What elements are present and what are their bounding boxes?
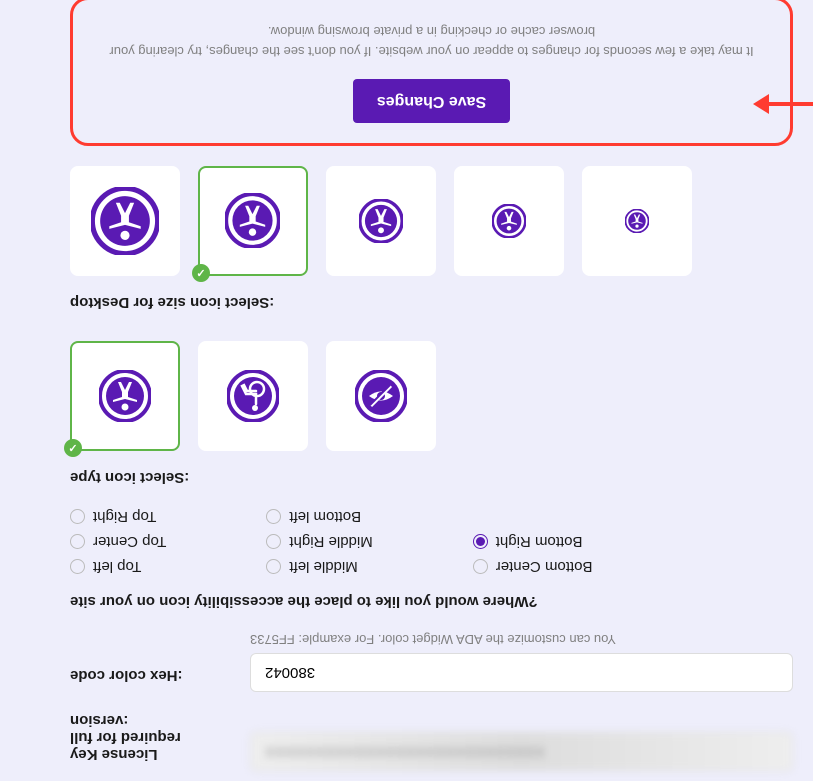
radio-bottom-left[interactable]: Bottom left (266, 508, 372, 525)
accessibility-person-icon (625, 209, 649, 233)
icon-type-grid (70, 341, 793, 451)
accessibility-person-icon (359, 199, 403, 243)
radio-middle-right[interactable]: Middle Right (266, 533, 372, 550)
radio-icon (473, 559, 488, 574)
wheelchair-icon (227, 370, 279, 422)
radio-icon (70, 534, 85, 549)
eye-slash-icon (355, 370, 407, 422)
license-key-label: License Key required for full version: (70, 712, 220, 771)
icon-size-label: Select icon size for Desktop: (70, 294, 793, 311)
license-key-input[interactable] (250, 732, 793, 771)
annotation-arrow (753, 94, 813, 114)
save-changes-button[interactable]: Save Changes (353, 79, 510, 123)
radio-icon (70, 559, 85, 574)
radio-top-left[interactable]: Top left (70, 558, 166, 575)
radio-icon (266, 534, 281, 549)
size-s[interactable] (454, 166, 564, 276)
placement-label: Where would you like to place the access… (70, 593, 793, 610)
hex-color-label: Hex color code: (70, 667, 220, 692)
radio-icon (266, 509, 281, 524)
size-xs[interactable] (582, 166, 692, 276)
hex-color-help: You can customize the ADA Widget color. … (250, 632, 793, 647)
radio-middle-left[interactable]: Middle left (266, 558, 372, 575)
size-l[interactable] (198, 166, 308, 276)
icon-type-wheelchair[interactable] (198, 341, 308, 451)
radio-top-right[interactable]: Top Right (70, 508, 166, 525)
accessibility-person-icon (492, 204, 526, 238)
save-section: Save Changes It may take a few seconds f… (70, 0, 793, 146)
icon-type-label: Select icon type: (70, 469, 793, 486)
size-m[interactable] (326, 166, 436, 276)
accessibility-person-icon (226, 194, 281, 249)
radio-icon (70, 509, 85, 524)
icon-size-grid (70, 166, 793, 276)
accessibility-person-icon (99, 370, 151, 422)
radio-icon (266, 559, 281, 574)
accessibility-person-icon (91, 187, 159, 255)
size-xl[interactable] (70, 166, 180, 276)
icon-type-accessibility[interactable] (70, 341, 180, 451)
radio-icon (473, 534, 488, 549)
icon-type-eye[interactable] (326, 341, 436, 451)
placement-radio-group: Top left Top Center Top Right Middle lef… (70, 508, 793, 575)
radio-bottom-right[interactable]: Bottom Right (473, 533, 593, 550)
save-note-text: It may take a few seconds for changes to… (91, 22, 772, 61)
radio-top-center[interactable]: Top Center (70, 533, 166, 550)
radio-bottom-center[interactable]: Bottom Center (473, 558, 593, 575)
hex-color-input[interactable] (250, 653, 793, 692)
